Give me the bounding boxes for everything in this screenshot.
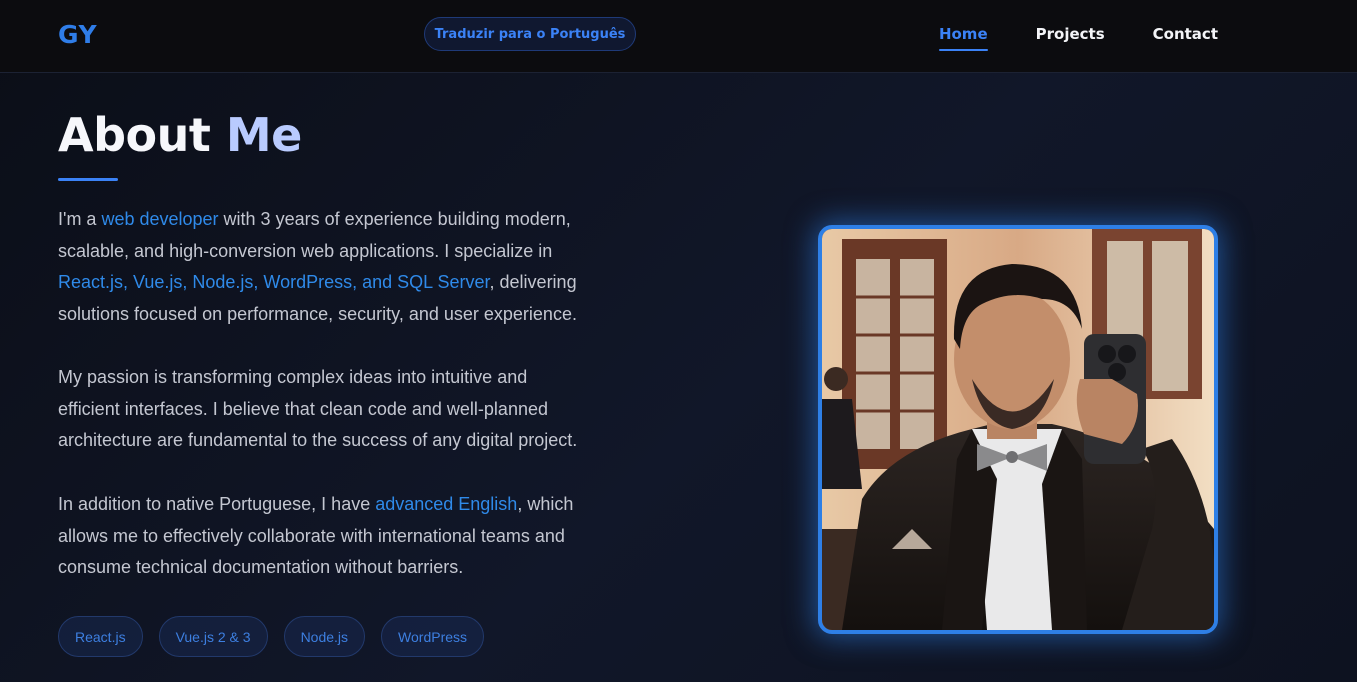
title-underline <box>58 178 118 181</box>
profile-photo-image <box>822 229 1214 630</box>
nav-link-contact[interactable]: Contact <box>1153 25 1218 51</box>
skill-tag: React.js <box>58 616 143 657</box>
skill-tag: WordPress <box>381 616 485 657</box>
highlight-web-developer: web developer <box>101 209 219 229</box>
title-me: Me <box>225 108 302 162</box>
page-title: About Me <box>58 108 302 162</box>
about-paragraph-1: I'm a web developer with 3 years of expe… <box>58 204 578 331</box>
navbar: GY Traduzir para o Português Home Projec… <box>0 0 1357 73</box>
skill-tag: Node.js <box>283 616 366 657</box>
skill-tag: Vue.js 2 & 3 <box>158 616 268 657</box>
logo[interactable]: GY <box>58 20 97 49</box>
title-about: About <box>58 108 211 162</box>
text: In addition to native Portuguese, I have <box>58 494 376 514</box>
about-paragraph-2: My passion is transforming complex ideas… <box>58 367 578 451</box>
text: I'm a <box>58 209 102 229</box>
highlight-english: advanced English <box>375 494 518 514</box>
nav-link-projects[interactable]: Projects <box>1036 25 1105 51</box>
profile-photo <box>818 225 1218 634</box>
nav-link-home[interactable]: Home <box>938 25 988 51</box>
about-paragraph-3: In addition to native Portuguese, I have… <box>58 489 578 584</box>
highlight-tech-stack: React.js, Vue.js, Node.js, WordPress, an… <box>58 272 490 293</box>
skill-tags: React.js Vue.js 2 & 3 Node.js WordPress <box>58 616 578 657</box>
nav-links: Home Projects Contact <box>938 25 1218 51</box>
translate-button[interactable]: Traduzir para o Português <box>424 17 636 51</box>
